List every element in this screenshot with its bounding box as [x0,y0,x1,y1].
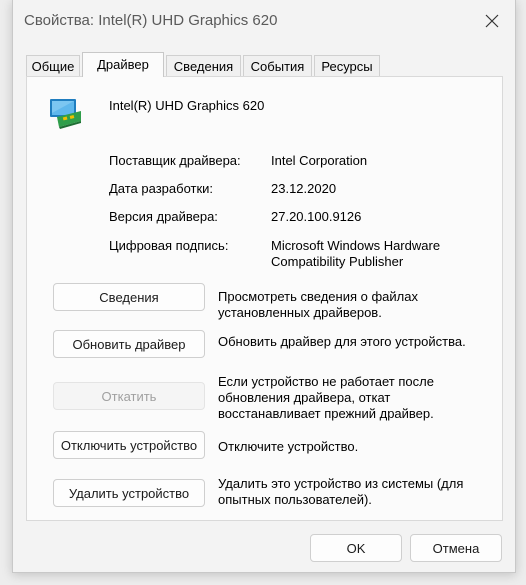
roll-back-driver-button[interactable]: Откатить [53,382,205,410]
cancel-button[interactable]: Отмена [410,534,502,562]
tab-general[interactable]: Общие [26,55,80,76]
digital-signature-value: Microsoft Windows Hardware Compatibility… [271,238,441,269]
driver-provider-value: Intel Corporation [271,153,368,168]
close-button[interactable] [475,6,509,36]
driver-provider-label: Поставщик драйвера: [109,153,241,168]
driver-details-button[interactable]: Сведения [53,283,205,311]
close-icon [485,14,499,28]
tab-details[interactable]: Сведения [166,55,241,76]
device-name: Intel(R) UHD Graphics 620 [109,98,265,113]
uninstall-device-button[interactable]: Удалить устройство [53,479,205,507]
disable-device-description: Отключите устройство. [218,439,359,454]
tab-resources[interactable]: Ресурсы [314,55,380,76]
roll-back-driver-description: Если устройство не работает после обновл… [218,374,434,421]
driver-details-description: Просмотреть сведения о файлах установлен… [218,289,418,320]
properties-dialog: Свойства: Intel(R) UHD Graphics 620 Общи… [12,0,516,573]
uninstall-device-description: Удалить это устройство из системы (для о… [218,476,464,507]
driver-version-label: Версия драйвера: [109,209,218,224]
title-bar: Свойства: Intel(R) UHD Graphics 620 [13,0,515,42]
update-driver-description: Обновить драйвер для этого устройства. [218,334,466,349]
driver-date-value: 23.12.2020 [271,181,337,196]
tab-driver[interactable]: Драйвер [82,52,164,77]
window-title: Свойства: Intel(R) UHD Graphics 620 [24,12,278,29]
disable-device-button[interactable]: Отключить устройство [53,431,205,459]
driver-tab-panel: Intel(R) UHD Graphics 620 Поставщик драй… [26,76,503,521]
display-adapter-icon [50,99,81,129]
driver-version-value: 27.20.100.9126 [271,209,362,224]
driver-date-label: Дата разработки: [109,181,214,196]
ok-button[interactable]: OK [310,534,402,562]
update-driver-button[interactable]: Обновить драйвер [53,330,205,358]
tab-events[interactable]: События [243,55,312,76]
digital-signature-label: Цифровая подпись: [109,238,229,253]
